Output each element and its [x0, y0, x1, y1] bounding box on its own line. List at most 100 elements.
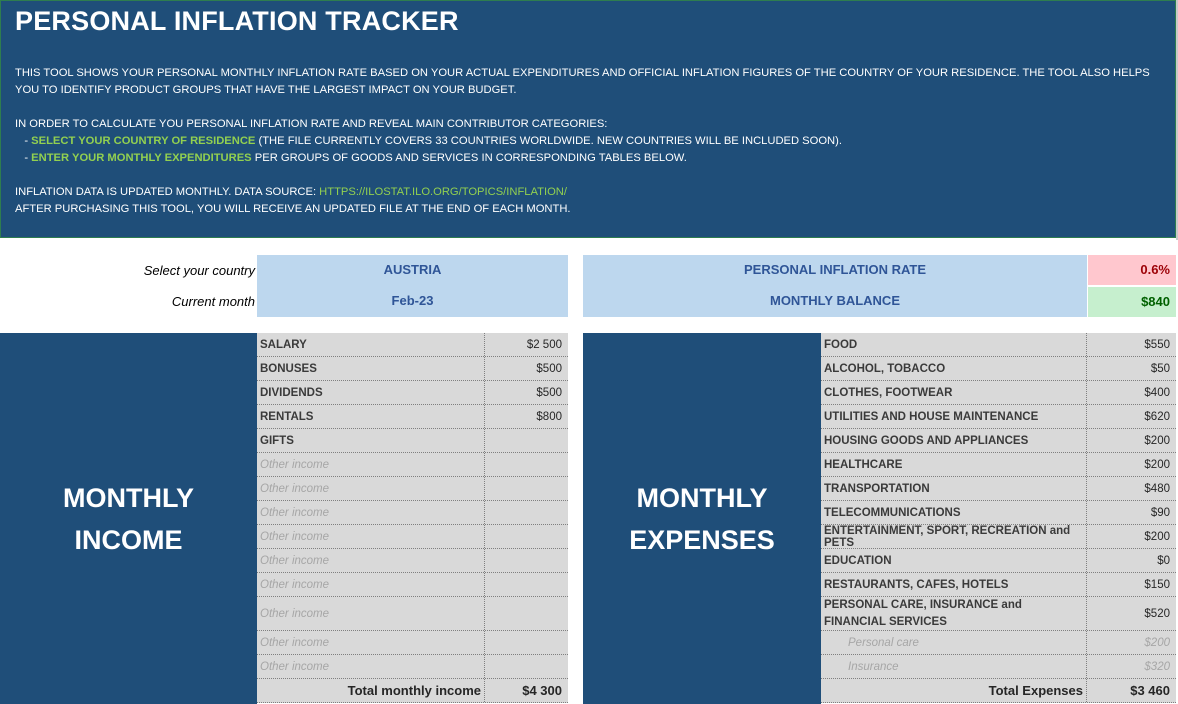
income-row: Other income: [257, 453, 568, 477]
expenses-row-label[interactable]: HEALTHCARE: [821, 453, 1087, 476]
income-row-value[interactable]: [485, 525, 568, 548]
expenses-total-label: Total Expenses: [821, 679, 1087, 702]
income-row-value[interactable]: [485, 501, 568, 524]
income-total-value: $4 300: [522, 683, 562, 698]
expenses-row-label[interactable]: TRANSPORTATION: [821, 477, 1087, 500]
income-row: Other income: [257, 477, 568, 501]
month-label: Current month: [171, 294, 255, 309]
expenses-row-value[interactable]: $550: [1087, 333, 1176, 356]
expenses-row: EDUCATION $0: [821, 549, 1176, 573]
instruction-bullet-1: - SELECT YOUR COUNTRY OF RESIDENCE (THE …: [15, 135, 842, 147]
expenses-row-value[interactable]: $520: [1087, 597, 1176, 630]
expenses-row-value[interactable]: $200: [1087, 429, 1176, 452]
income-row-label[interactable]: DIVIDENDS: [257, 381, 485, 404]
income-row-value[interactable]: [485, 429, 568, 452]
expenses-row-label[interactable]: FOOD: [821, 333, 1087, 356]
description-line: THIS TOOL SHOWS YOUR PERSONAL MONTHLY IN…: [15, 67, 1150, 96]
inflation-rate-label: PERSONAL INFLATION RATE: [744, 262, 926, 277]
expenses-row: ENTERTAINMENT, SPORT, RECREATION and PET…: [821, 525, 1176, 549]
income-row-label[interactable]: Other income: [257, 655, 485, 678]
income-row: RENTALS $800: [257, 405, 568, 429]
income-row: BONUSES $500: [257, 357, 568, 381]
income-total-row: Total monthly income $4 300: [257, 679, 568, 703]
expenses-row-label[interactable]: UTILITIES AND HOUSE MAINTENANCE: [821, 405, 1087, 428]
expenses-row-value[interactable]: $620: [1087, 405, 1176, 428]
income-row: GIFTS: [257, 429, 568, 453]
income-row: Other income: [257, 573, 568, 597]
income-row-value[interactable]: [485, 655, 568, 678]
income-row-label[interactable]: Other income: [257, 453, 485, 476]
income-row-value[interactable]: $500: [485, 357, 568, 380]
expenses-total-row: Total Expenses $3 460: [821, 679, 1176, 703]
income-total-label: Total monthly income: [257, 679, 485, 702]
expenses-row: TRANSPORTATION $480: [821, 477, 1176, 501]
expenses-row: CLOTHES, FOOTWEAR $400: [821, 381, 1176, 405]
expenses-row-label[interactable]: Personal care: [821, 631, 1087, 654]
instructions-intro: IN ORDER TO CALCULATE YOU PERSONAL INFLA…: [15, 118, 608, 130]
expenses-row-value[interactable]: $90: [1087, 501, 1176, 524]
income-row-label[interactable]: Other income: [257, 477, 485, 500]
income-row: Other income: [257, 597, 568, 631]
income-row-value[interactable]: $2 500: [485, 333, 568, 356]
income-row: SALARY $2 500: [257, 333, 568, 357]
income-row-value[interactable]: [485, 573, 568, 596]
expenses-row-value[interactable]: $150: [1087, 573, 1176, 596]
expenses-row: ALCOHOL, TOBACCO $50: [821, 357, 1176, 381]
income-row: Other income: [257, 549, 568, 573]
income-row-label[interactable]: Other income: [257, 597, 485, 630]
income-row-label[interactable]: GIFTS: [257, 429, 485, 452]
page-title: PERSONAL INFLATION TRACKER: [15, 6, 459, 36]
expenses-row: FOOD $550: [821, 333, 1176, 357]
expenses-row-label[interactable]: EDUCATION: [821, 549, 1087, 572]
monthly-expenses-block: MONTHLY EXPENSES: [583, 333, 821, 704]
monthly-income-block: MONTHLY INCOME: [0, 333, 257, 704]
data-source-line: INFLATION DATA IS UPDATED MONTHLY. DATA …: [15, 186, 567, 198]
income-row-label[interactable]: Other income: [257, 525, 485, 548]
income-row-label[interactable]: SALARY: [257, 333, 485, 356]
income-row-label[interactable]: Other income: [257, 501, 485, 524]
income-row: Other income: [257, 525, 568, 549]
expenses-total-value: $3 460: [1130, 683, 1170, 698]
expenses-row-label[interactable]: ALCOHOL, TOBACCO: [821, 357, 1087, 380]
income-row-value[interactable]: [485, 631, 568, 654]
expenses-row-label[interactable]: PERSONAL CARE, INSURANCE and FINANCIAL S…: [821, 597, 1087, 630]
instruction-bullet-2: - ENTER YOUR MONTHLY EXPENDITURES PER GR…: [15, 152, 687, 164]
monthly-balance-value: $840: [1088, 287, 1176, 317]
income-row-label[interactable]: Other income: [257, 573, 485, 596]
monthly-balance-label: MONTHLY BALANCE: [769, 293, 900, 308]
expenses-row-value[interactable]: $200: [1087, 631, 1176, 654]
expenses-row-value[interactable]: $320: [1087, 655, 1176, 678]
expenses-row-label[interactable]: CLOTHES, FOOTWEAR: [821, 381, 1087, 404]
income-row-label[interactable]: Other income: [257, 549, 485, 572]
expenses-row-label[interactable]: ENTERTAINMENT, SPORT, RECREATION and PET…: [821, 525, 1087, 549]
income-row-label[interactable]: Other income: [257, 631, 485, 654]
expenses-row-value[interactable]: $200: [1087, 525, 1176, 548]
expenses-row-value[interactable]: $200: [1087, 453, 1176, 476]
expenses-row: TELECOMMUNICATIONS $90: [821, 501, 1176, 525]
expenses-row: PERSONAL CARE, INSURANCE and FINANCIAL S…: [821, 597, 1176, 631]
expenses-row-label[interactable]: Insurance: [821, 655, 1087, 678]
country-select[interactable]: AUSTRIA: [257, 262, 568, 277]
income-row-value[interactable]: $500: [485, 381, 568, 404]
income-row: Other income: [257, 631, 568, 655]
income-row-value[interactable]: [485, 549, 568, 572]
highlight-select-country: SELECT YOUR COUNTRY OF RESIDENCE: [31, 135, 256, 147]
expenses-row-value[interactable]: $400: [1087, 381, 1176, 404]
income-row-value[interactable]: [485, 477, 568, 500]
expenses-row-label[interactable]: TELECOMMUNICATIONS: [821, 501, 1087, 524]
income-row-label[interactable]: BONUSES: [257, 357, 485, 380]
income-row-label[interactable]: RENTALS: [257, 405, 485, 428]
month-select[interactable]: Feb-23: [257, 293, 568, 308]
data-source-link[interactable]: HTTPS://ILOSTAT.ILO.ORG/TOPICS/INFLATION…: [319, 186, 567, 198]
expenses-row: Personal care $200: [821, 631, 1176, 655]
income-row-value[interactable]: [485, 453, 568, 476]
expenses-row-label[interactable]: RESTAURANTS, CAFES, HOTELS: [821, 573, 1087, 596]
income-row-value[interactable]: $800: [485, 405, 568, 428]
expenses-row-value[interactable]: $0: [1087, 549, 1176, 572]
expenses-row-value[interactable]: $480: [1087, 477, 1176, 500]
expenses-row: UTILITIES AND HOUSE MAINTENANCE $620: [821, 405, 1176, 429]
description: THIS TOOL SHOWS YOUR PERSONAL MONTHLY IN…: [15, 65, 1155, 218]
expenses-row-value[interactable]: $50: [1087, 357, 1176, 380]
income-row-value[interactable]: [485, 597, 568, 630]
expenses-row-label[interactable]: HOUSING GOODS AND APPLIANCES: [821, 429, 1087, 452]
